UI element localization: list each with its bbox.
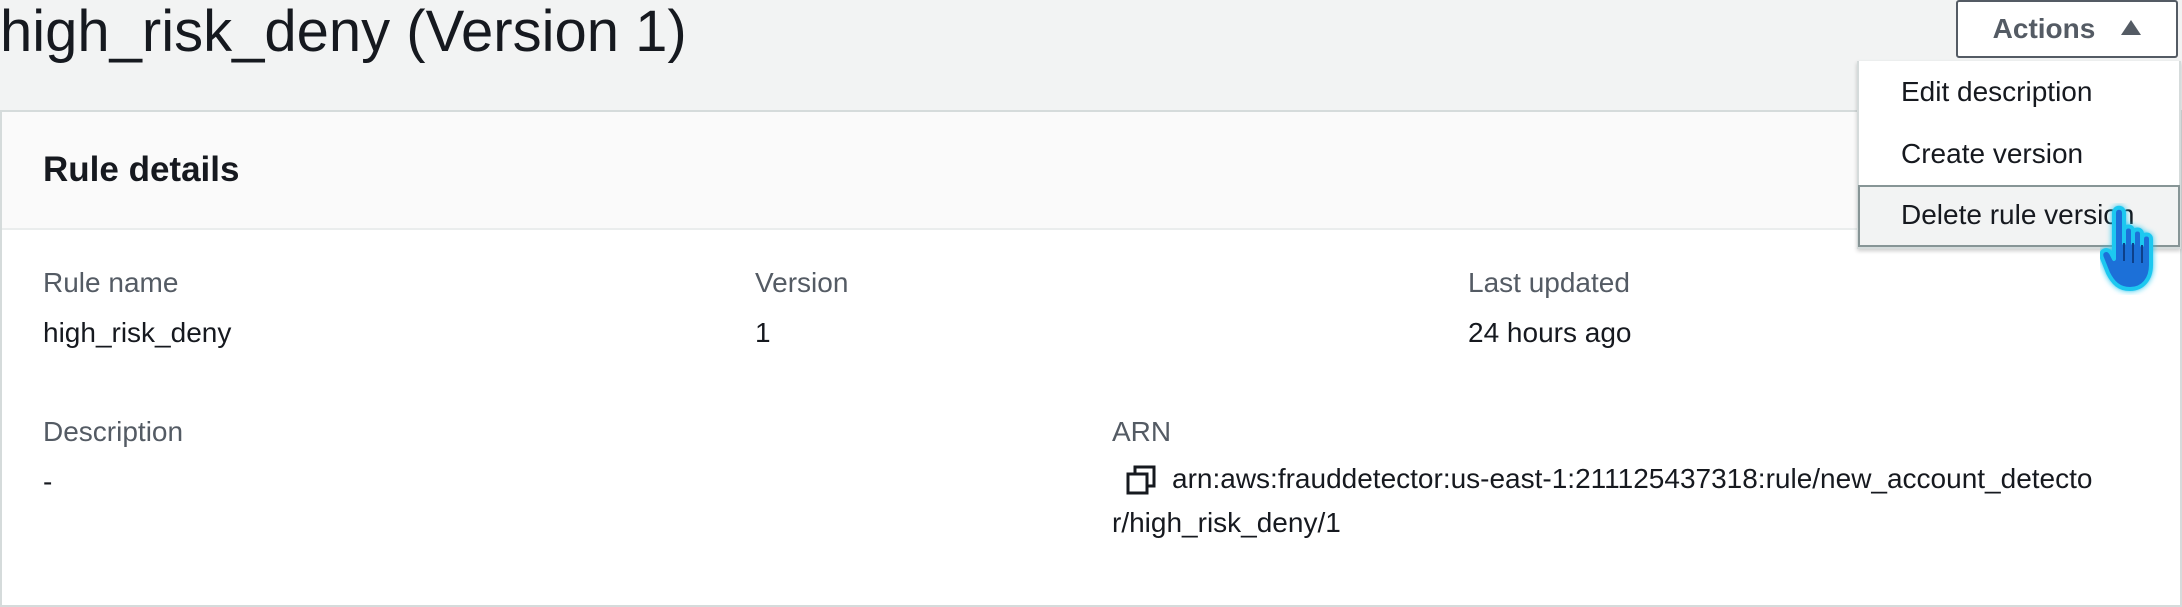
arn-field: ARN arn:aws:frauddetector:us-east-1:2111… <box>1112 413 2182 545</box>
rule-version-page: high_risk_deny (Version 1) Actions Rule … <box>0 0 2182 607</box>
description-label: Description <box>43 416 184 447</box>
actions-dropdown-menu: Edit description Create version Delete r… <box>1857 61 2181 249</box>
version-value: 1 <box>755 317 771 348</box>
arn-value: arn:aws:frauddetector:us-east-1:21112543… <box>1112 457 2182 545</box>
arn-label: ARN <box>1112 416 1172 447</box>
last-updated-value: 24 hours ago <box>1468 317 1632 348</box>
rule-details-panel: Rule details Rule name high_risk_deny Ve… <box>0 110 2182 607</box>
rule-name-value: high_risk_deny <box>43 317 232 348</box>
rule-name-label: Rule name <box>43 267 179 298</box>
rule-details-title: Rule details <box>43 150 240 189</box>
rule-name-field: Rule name high_risk_deny <box>43 264 231 352</box>
description-field: Description - <box>43 413 183 501</box>
actions-button-label: Actions <box>1992 13 2096 44</box>
arn-value-line-1: arn:aws:frauddetector:us-east-1:21112543… <box>1172 463 2093 494</box>
rule-details-header: Rule details <box>2 112 2180 230</box>
copy-icon[interactable] <box>1126 465 1156 495</box>
description-value: - <box>43 466 53 497</box>
last-updated-label: Last updated <box>1468 267 1630 298</box>
actions-button[interactable]: Actions <box>1956 0 2178 58</box>
version-field: Version 1 <box>755 264 848 352</box>
menu-item-delete-rule-version[interactable]: Delete rule version <box>1858 185 2180 247</box>
arn-value-line-2: r/high_risk_deny/1 <box>1112 507 1341 538</box>
menu-item-create-version[interactable]: Create version <box>1859 123 2179 185</box>
page-title: high_risk_deny (Version 1) <box>0 0 687 64</box>
last-updated-field: Last updated 24 hours ago <box>1468 264 1631 352</box>
version-label: Version <box>755 267 849 298</box>
menu-item-edit-description[interactable]: Edit description <box>1859 61 2179 123</box>
caret-up-icon <box>2121 20 2142 35</box>
